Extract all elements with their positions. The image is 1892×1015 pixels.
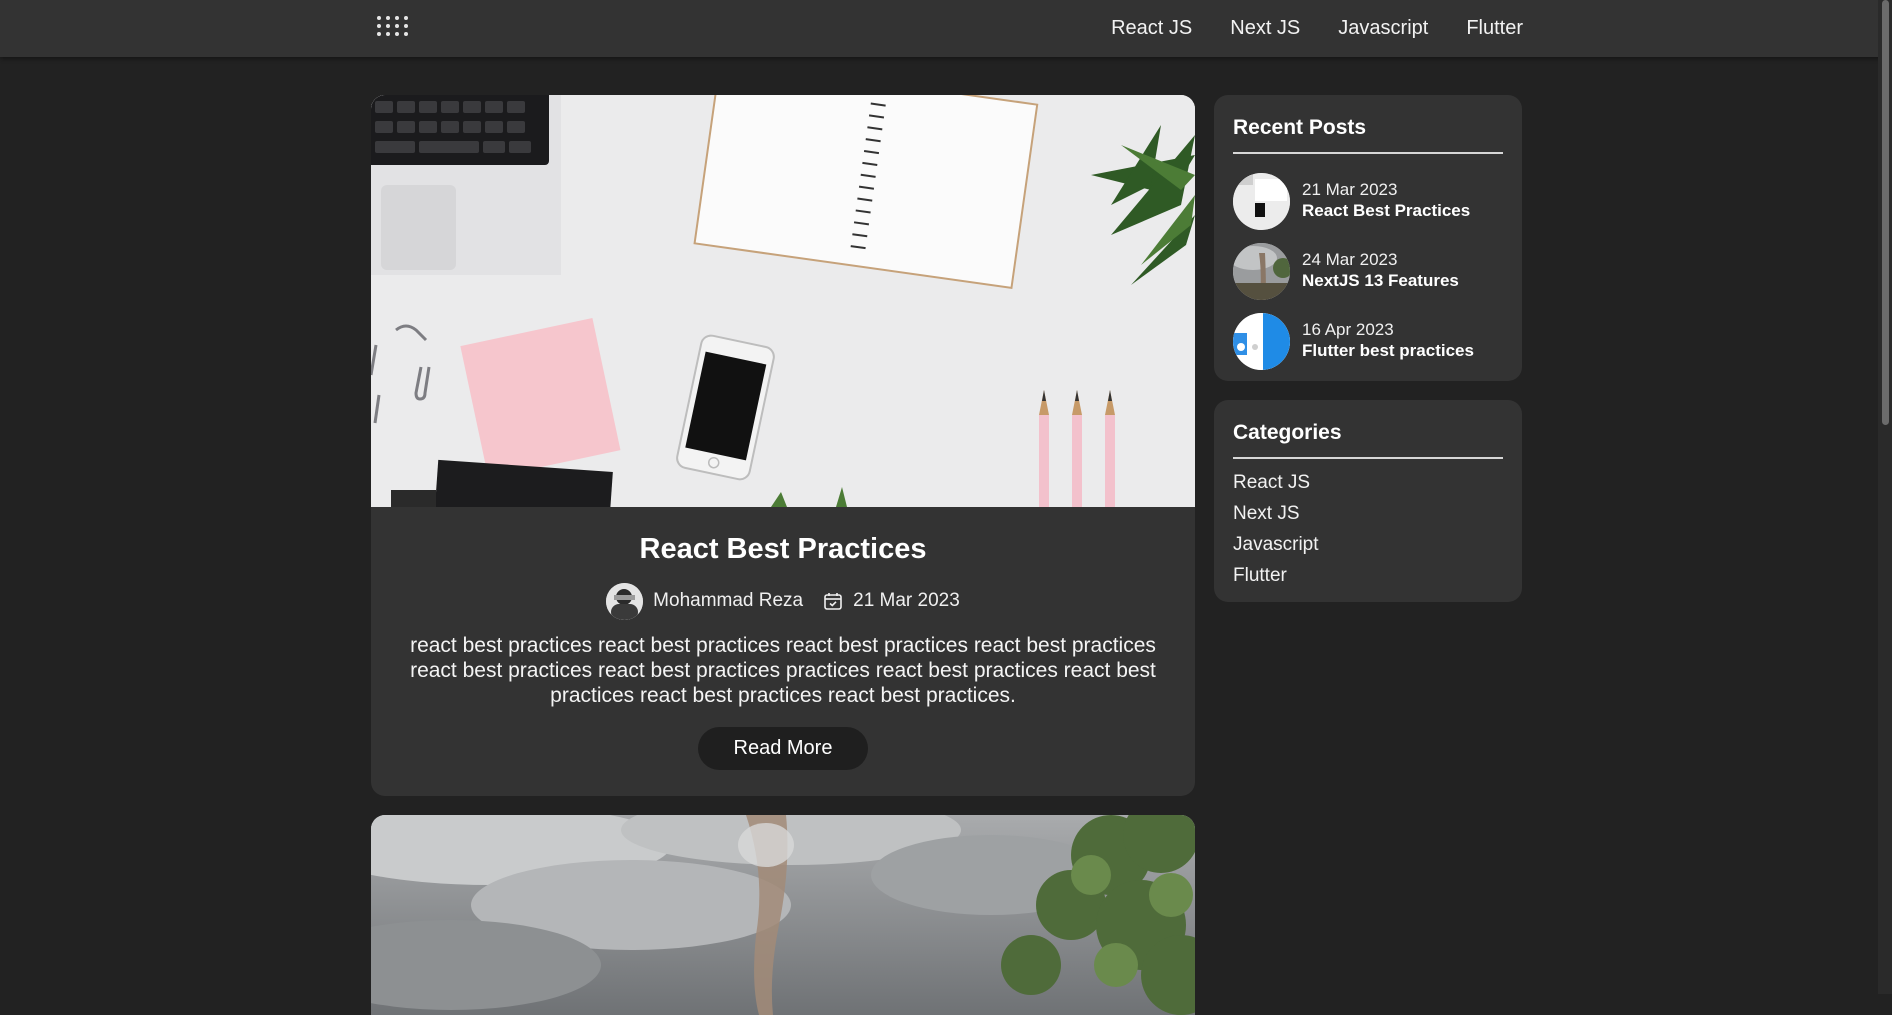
recent-post-date: 21 Mar 2023	[1302, 180, 1398, 199]
recent-post-thumbnail	[1233, 312, 1290, 370]
recent-post-date: 24 Mar 2023	[1302, 250, 1398, 269]
recent-post-title[interactable]: React Best Practices	[1302, 200, 1470, 222]
tornado-image[interactable]	[371, 815, 1195, 1015]
post-title[interactable]: React Best Practices	[371, 531, 1195, 567]
recent-post-item[interactable]: 24 Mar 2023 NextJS 13 Features	[1233, 236, 1503, 306]
post-meta: Mohammad Reza 21 Mar 2023	[371, 582, 1195, 620]
categories-list: React JS Next JS Javascript Flutter	[1233, 459, 1503, 595]
top-navbar: React JS Next JS Javascript Flutter	[0, 0, 1892, 57]
post-cover-image[interactable]	[371, 95, 1195, 507]
category-javascript[interactable]: Javascript	[1233, 533, 1503, 564]
vertical-scrollbar[interactable]	[1878, 0, 1892, 994]
recent-posts-widget: Recent Posts 21 Mar 2023 React Best Prac…	[1214, 95, 1522, 381]
post-body: React Best Practices Mohammad Reza 21 Ma…	[371, 531, 1195, 770]
calendar-icon	[824, 593, 842, 610]
nav-link-flutter[interactable]: Flutter	[1466, 16, 1523, 40]
nav-link-react-js[interactable]: React JS	[1111, 16, 1192, 40]
recent-post-title[interactable]: Flutter best practices	[1302, 340, 1474, 362]
recent-posts-title: Recent Posts	[1233, 95, 1503, 154]
category-flutter[interactable]: Flutter	[1233, 564, 1503, 595]
post-excerpt: react best practices react best practice…	[410, 634, 1156, 707]
category-react-js[interactable]: React JS	[1233, 471, 1503, 502]
recent-post-date: 16 Apr 2023	[1302, 320, 1394, 339]
category-next-js[interactable]: Next JS	[1233, 502, 1503, 533]
main-nav: React JS Next JS Javascript Flutter	[1111, 16, 1523, 40]
categories-widget: Categories React JS Next JS Javascript F…	[1214, 400, 1522, 602]
categories-title: Categories	[1233, 400, 1503, 459]
read-more-button[interactable]: Read More	[698, 727, 868, 770]
scrollbar-thumb[interactable]	[1882, 0, 1889, 425]
author-name[interactable]: Mohammad Reza	[653, 590, 803, 612]
post-date: 21 Mar 2023	[853, 590, 960, 611]
recent-post-title[interactable]: NextJS 13 Features	[1302, 270, 1459, 292]
recent-post-thumbnail	[1233, 172, 1290, 230]
author-avatar	[606, 582, 644, 620]
post-card: React Best Practices Mohammad Reza 21 Ma…	[371, 95, 1195, 796]
recent-posts-list: 21 Mar 2023 React Best Practices 24 Mar …	[1233, 154, 1503, 376]
desk-flatlay-image	[371, 95, 1195, 507]
post-card	[371, 815, 1195, 1015]
grid-dots-icon[interactable]	[377, 16, 409, 38]
nav-link-next-js[interactable]: Next JS	[1230, 16, 1300, 40]
recent-post-thumbnail	[1233, 242, 1290, 300]
nav-link-javascript[interactable]: Javascript	[1338, 16, 1428, 40]
recent-post-item[interactable]: 16 Apr 2023 Flutter best practices	[1233, 306, 1503, 376]
recent-post-item[interactable]: 21 Mar 2023 React Best Practices	[1233, 166, 1503, 236]
